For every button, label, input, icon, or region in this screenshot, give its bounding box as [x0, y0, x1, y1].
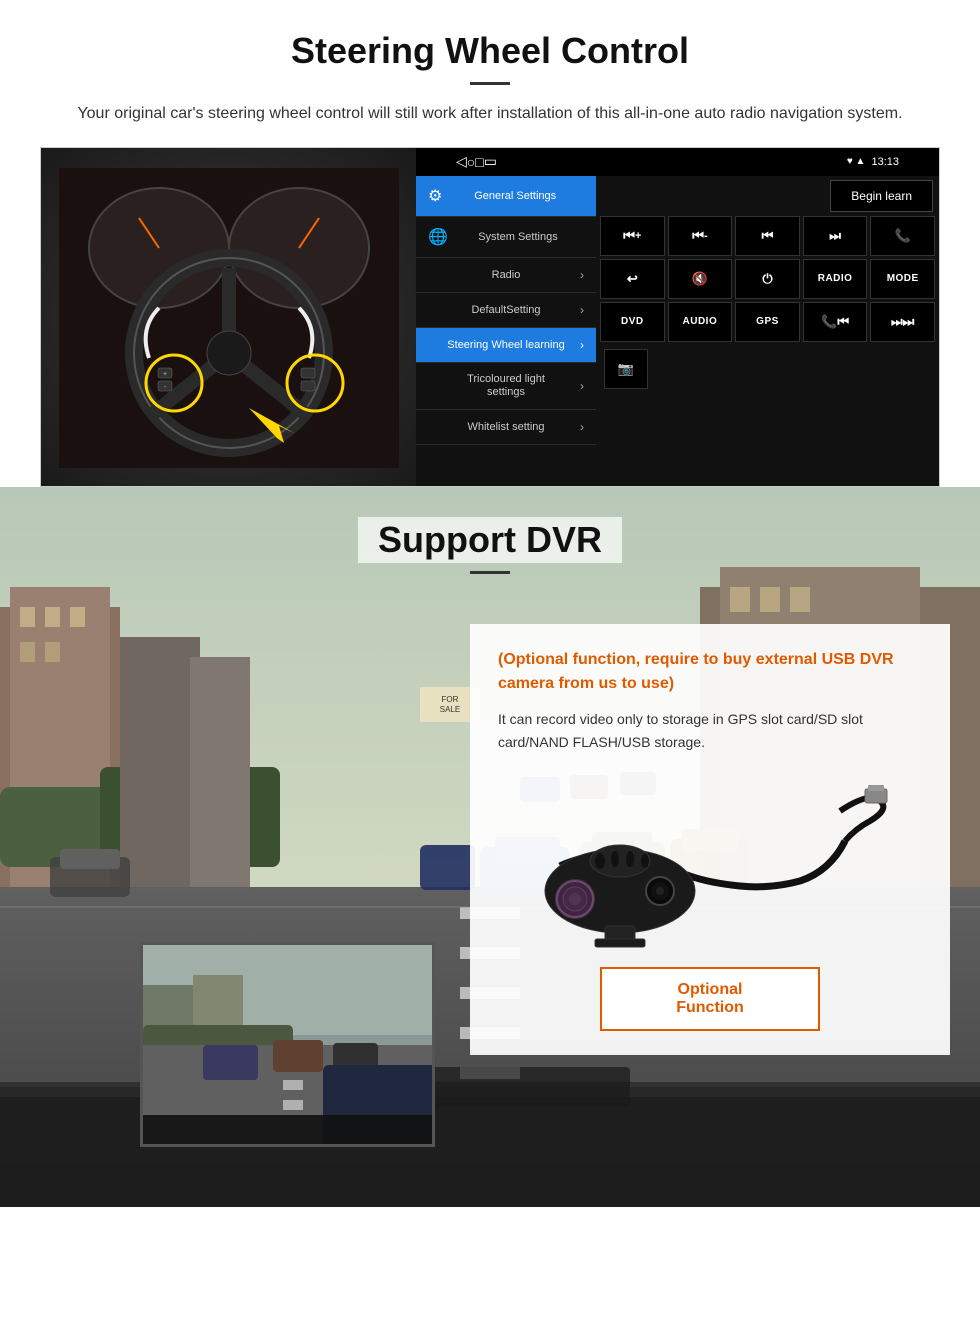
- android-navbar: ◁ ○ □ ▭ ♥ ▲ 13:13: [416, 148, 939, 176]
- status-signal-icon: ♥ ▲: [847, 156, 866, 167]
- statusbar-time: 13:13: [871, 156, 899, 168]
- ctrl-next-track[interactable]: ⏭: [803, 216, 868, 256]
- menu-item-whitelist[interactable]: Whitelist setting ›: [416, 410, 596, 445]
- tab-general-settings[interactable]: ⚙ General Settings: [416, 176, 596, 217]
- nav-back-icon[interactable]: ◁: [456, 153, 467, 170]
- android-screen: ◁ ○ □ ▭ ♥ ▲ 13:13 ⚙ General Settings: [416, 148, 939, 486]
- default-setting-label: DefaultSetting: [432, 304, 580, 316]
- dvr-title-area: Support DVR: [0, 487, 980, 584]
- dvr-small-preview: [140, 942, 435, 1147]
- android-mockup: + - ◁ ○ □ ▭ ♥ ▲ 13:13: [40, 147, 940, 487]
- begin-learn-row: Begin learn: [596, 176, 939, 216]
- ctrl-power[interactable]: ⏻: [735, 259, 800, 299]
- dvr-preview-inner: [143, 945, 432, 1144]
- ctrl-audio[interactable]: AUDIO: [668, 302, 733, 342]
- ctrl-mute[interactable]: 🔇: [668, 259, 733, 299]
- dvr-optional-text: (Optional function, require to buy exter…: [498, 648, 922, 696]
- radio-label: Radio: [432, 269, 580, 281]
- menu-item-radio[interactable]: Radio ›: [416, 258, 596, 293]
- ctrl-mode[interactable]: MODE: [870, 259, 935, 299]
- begin-learn-button[interactable]: Begin learn: [830, 180, 933, 212]
- dvr-camera-image: [498, 771, 922, 951]
- svg-text:+: +: [162, 371, 166, 378]
- ctrl-gps[interactable]: GPS: [735, 302, 800, 342]
- section1-divider: [470, 82, 510, 85]
- steering-photo: + -: [41, 148, 416, 487]
- android-left-menu: ⚙ General Settings 🌐 System Settings Rad…: [416, 176, 596, 486]
- section1-subtitle: Your original car's steering wheel contr…: [60, 101, 920, 127]
- whitelist-label: Whitelist setting: [432, 421, 580, 433]
- section1-title: Steering Wheel Control: [40, 30, 940, 72]
- steering-wheel-label: Steering Wheel learning: [432, 339, 580, 351]
- android-content: ⚙ General Settings 🌐 System Settings Rad…: [416, 176, 939, 486]
- menu-item-steering-wheel[interactable]: Steering Wheel learning ›: [416, 328, 596, 363]
- dvr-camera-svg: [530, 771, 890, 951]
- default-arrow-icon: ›: [580, 303, 584, 317]
- dvr-info-box: (Optional function, require to buy exter…: [470, 624, 950, 1056]
- steering-wheel-right-panel: Begin learn ⏮+ ⏮- ⏮ ⏭ 📞 ↩ 🔇 ⏻ RADIO MODE: [596, 176, 939, 486]
- tricoloured-label: Tricoloured lightsettings: [432, 373, 580, 399]
- ctrl-phone[interactable]: 📞: [870, 216, 935, 256]
- steering-arrow-icon: ›: [580, 338, 584, 352]
- settings-gear-icon: ⚙: [428, 186, 442, 206]
- optional-function-button[interactable]: Optional Function: [600, 967, 820, 1031]
- system-settings-label: System Settings: [452, 231, 584, 243]
- menu-item-default-setting[interactable]: DefaultSetting ›: [416, 293, 596, 328]
- dvr-desc-text: It can record video only to storage in G…: [498, 708, 922, 756]
- ctrl-phone-prev[interactable]: 📞⏮: [803, 302, 868, 342]
- control-buttons-grid: ⏮+ ⏮- ⏮ ⏭ 📞 ↩ 🔇 ⏻ RADIO MODE DVD AUDIO G…: [596, 216, 939, 342]
- ctrl-vol-up[interactable]: ⏮+: [600, 216, 665, 256]
- tricoloured-arrow-icon: ›: [580, 379, 584, 393]
- ctrl-prev-track[interactable]: ⏮: [735, 216, 800, 256]
- menu-item-tricoloured[interactable]: Tricoloured lightsettings ›: [416, 363, 596, 410]
- whitelist-arrow-icon: ›: [580, 420, 584, 434]
- general-settings-label: General Settings: [446, 190, 584, 202]
- dvr-preview-svg: [143, 945, 435, 1147]
- dvr-section: FOR SALE: [0, 487, 980, 1207]
- dvr-divider: [470, 571, 510, 574]
- ctrl-dvd[interactable]: DVD: [600, 302, 665, 342]
- ctrl-next-mix[interactable]: ⏭⏭: [870, 302, 935, 342]
- ctrl-vol-down[interactable]: ⏮-: [668, 216, 733, 256]
- ctrl-extra[interactable]: 📷: [604, 349, 648, 389]
- radio-arrow-icon: ›: [580, 268, 584, 282]
- system-icon: 🌐: [428, 227, 448, 247]
- nav-menu-icon[interactable]: ▭: [484, 153, 497, 170]
- steering-wheel-svg: + -: [59, 168, 399, 468]
- tab-system-settings[interactable]: 🌐 System Settings: [416, 217, 596, 258]
- steering-wheel-section: Steering Wheel Control Your original car…: [0, 0, 980, 487]
- nav-home-icon[interactable]: ○: [467, 154, 475, 170]
- ctrl-back[interactable]: ↩: [600, 259, 665, 299]
- ctrl-radio[interactable]: RADIO: [803, 259, 868, 299]
- nav-recent-icon[interactable]: □: [475, 154, 483, 170]
- dvr-section-title: Support DVR: [358, 517, 622, 563]
